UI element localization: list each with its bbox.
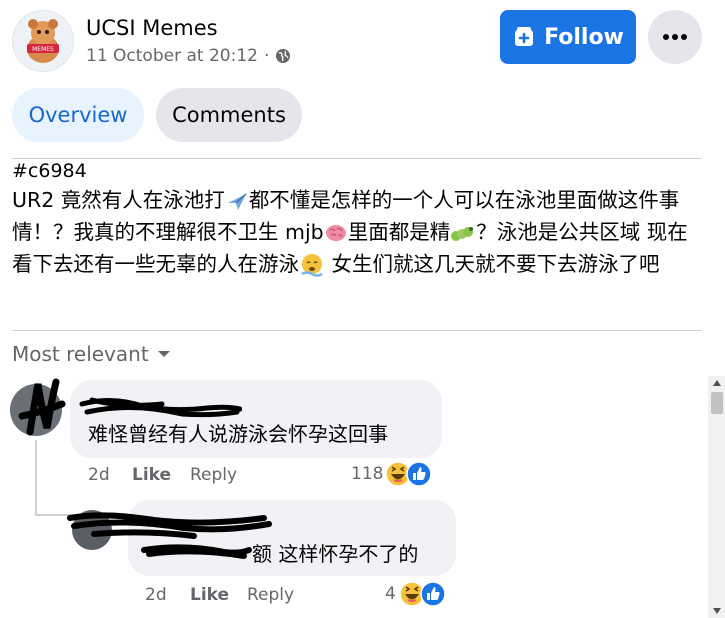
page-name[interactable]: UCSI Memes <box>86 16 218 40</box>
more-options-button[interactable] <box>648 10 702 64</box>
follow-page-icon <box>515 27 534 46</box>
svg-text:MEMES: MEMES <box>32 46 54 53</box>
post-segment: 女生们就这几天就不要下去游泳了吧 <box>325 252 660 276</box>
scrollbar-thumb[interactable] <box>711 392 723 414</box>
follow-button[interactable]: Follow <box>500 10 636 64</box>
post-segment: UR2 竟然有人在泳池打 <box>12 188 225 212</box>
page-logo-icon: MEMES <box>13 11 73 71</box>
brain-emoji-icon <box>325 225 346 241</box>
thread-line <box>35 440 37 515</box>
airplane-emoji-icon <box>227 193 247 210</box>
reply-button[interactable]: Reply <box>190 465 237 485</box>
like-reaction-icon <box>406 461 433 487</box>
chevron-down-icon <box>157 351 170 357</box>
reaction-summary[interactable]: 4 <box>385 581 446 607</box>
comment-timestamp[interactable]: 2d <box>88 465 110 485</box>
reply-timestamp[interactable]: 2d <box>145 585 167 605</box>
meta-separator: · <box>263 46 270 66</box>
caterpillar-emoji-icon <box>451 227 474 241</box>
scroll-down-arrow-icon[interactable] <box>708 604 725 618</box>
globe-icon <box>276 49 291 63</box>
sort-label: Most relevant <box>12 342 149 366</box>
reaction-count: 4 <box>385 584 396 604</box>
thread-line <box>35 514 71 516</box>
reply-text: 额 这样怀孕不了的 <box>252 542 419 566</box>
post-divider <box>12 330 702 331</box>
face-exhaling-emoji-icon <box>301 254 323 277</box>
follow-label: Follow <box>544 24 624 50</box>
like-reaction-icon <box>420 581 446 607</box>
comment-sort-dropdown[interactable]: Most relevant <box>12 342 171 366</box>
commenter-avatar[interactable] <box>10 384 62 436</box>
reply-button[interactable]: Reply <box>247 585 294 605</box>
more-options-icon <box>663 34 687 40</box>
comment-text: 难怪曾经有人说游泳会怀孕这回事 <box>88 422 388 446</box>
page-avatar[interactable]: MEMES <box>12 10 74 72</box>
post-timestamp[interactable]: 11 October at 20:12 <box>86 46 258 66</box>
like-button[interactable]: Like <box>190 585 229 605</box>
like-button[interactable]: Like <box>132 465 171 485</box>
tab-overview[interactable]: Overview <box>12 88 144 142</box>
post-meta: 11 October at 20:12 · <box>86 46 291 66</box>
reaction-summary[interactable]: 118 <box>351 461 433 487</box>
reaction-count: 118 <box>351 464 384 484</box>
post-segment: 里面都是精 <box>347 220 451 244</box>
post-body: UR2 竟然有人在泳池打 都不懂是怎样的一个人可以在泳池里面做这件事情！？我真的… <box>12 184 702 280</box>
post-hashtag[interactable]: #c6984 <box>12 160 87 182</box>
reply-avatar[interactable] <box>72 510 112 550</box>
tab-comments[interactable]: Comments <box>156 88 302 142</box>
header-divider <box>12 158 702 159</box>
scroll-up-arrow-icon[interactable] <box>708 376 725 390</box>
